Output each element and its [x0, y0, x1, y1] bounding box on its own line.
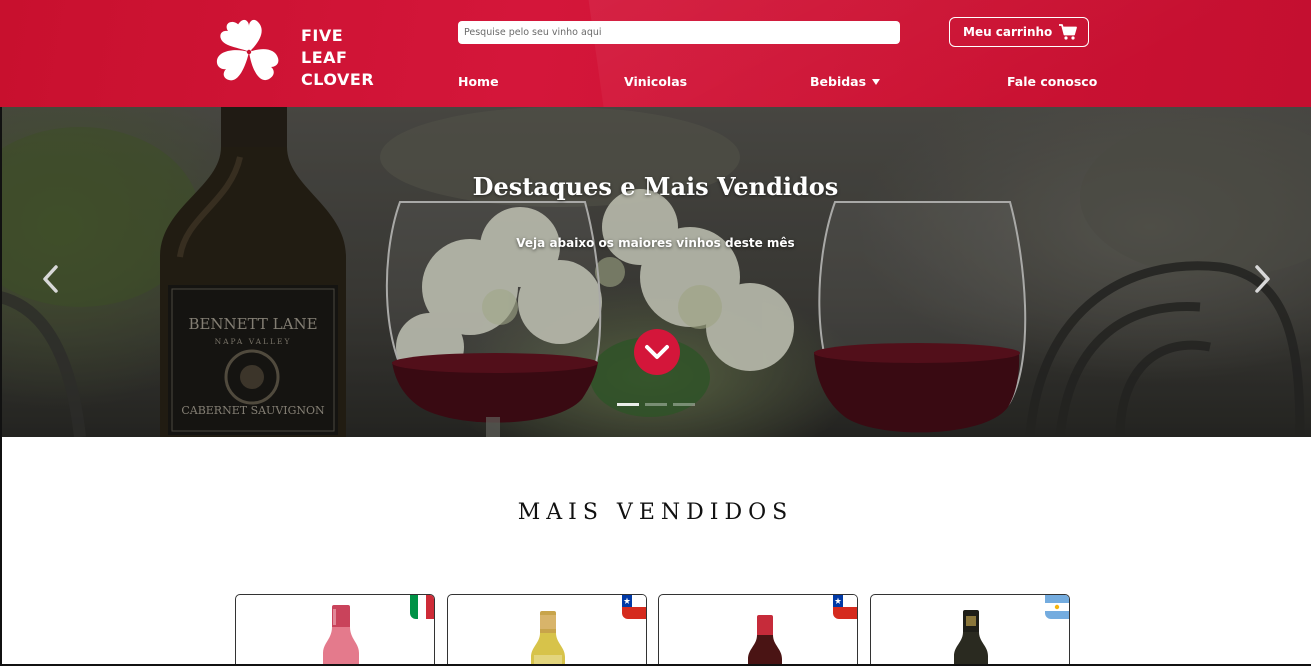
brand-name: FIVE LEAF CLOVER — [301, 25, 374, 91]
carousel-next-icon[interactable] — [1249, 264, 1275, 294]
carousel-indicator-2[interactable] — [645, 403, 667, 406]
caret-down-icon — [872, 78, 881, 85]
argentina-flag-icon — [1045, 595, 1069, 619]
nav-fale-conosco[interactable]: Fale conosco — [1007, 74, 1097, 89]
nav-bebidas[interactable]: Bebidas — [810, 74, 881, 89]
scroll-down-button[interactable] — [634, 329, 680, 375]
hero-carousel: BENNETT LANE NAPA VALLEY CABERNET SAUVIG… — [0, 107, 1311, 437]
carousel-indicators — [617, 403, 695, 407]
carousel-indicator-3[interactable] — [673, 403, 695, 406]
wine-bottle-icon — [531, 611, 565, 666]
cart-button-label: Meu carrinho — [963, 25, 1053, 39]
nav-vinicolas[interactable]: Vinicolas — [624, 74, 687, 89]
nav-bebidas-label: Bebidas — [810, 74, 867, 89]
brand-name-line-3: CLOVER — [301, 70, 375, 89]
product-card[interactable] — [235, 594, 435, 666]
search-input[interactable] — [458, 21, 900, 44]
page-left-border — [0, 107, 2, 666]
hero-dim-overlay — [0, 107, 1311, 437]
chile-flag-icon — [833, 595, 857, 619]
wine-bottle-icon — [323, 605, 359, 666]
product-card[interactable] — [870, 594, 1070, 666]
chevron-down-icon — [645, 345, 669, 359]
nav-home[interactable]: Home — [458, 74, 499, 89]
brand-name-line-1: FIVE — [301, 26, 344, 45]
site-header: FIVE LEAF CLOVER Meu carrinho Home Vinic… — [0, 0, 1311, 107]
wine-bottle-icon — [748, 615, 782, 666]
product-card[interactable] — [658, 594, 858, 666]
clover-logo-icon — [216, 19, 279, 81]
cart-button[interactable]: Meu carrinho — [949, 17, 1089, 47]
brand-logo[interactable]: FIVE LEAF CLOVER — [212, 16, 382, 92]
carousel-indicator-1[interactable] — [617, 403, 639, 406]
product-card[interactable] — [447, 594, 647, 666]
chile-flag-icon — [622, 595, 646, 619]
wine-bottle-icon — [954, 610, 988, 666]
hero-subtitle: Veja abaixo os maiores vinhos deste mês — [516, 236, 795, 250]
brand-name-line-2: LEAF — [301, 48, 348, 67]
hero-title: Destaques e Mais Vendidos — [472, 172, 839, 201]
italy-flag-icon — [410, 595, 434, 619]
cart-icon — [1059, 24, 1077, 40]
carousel-prev-icon[interactable] — [38, 264, 64, 294]
section-title: MAIS VENDIDOS — [517, 500, 794, 525]
